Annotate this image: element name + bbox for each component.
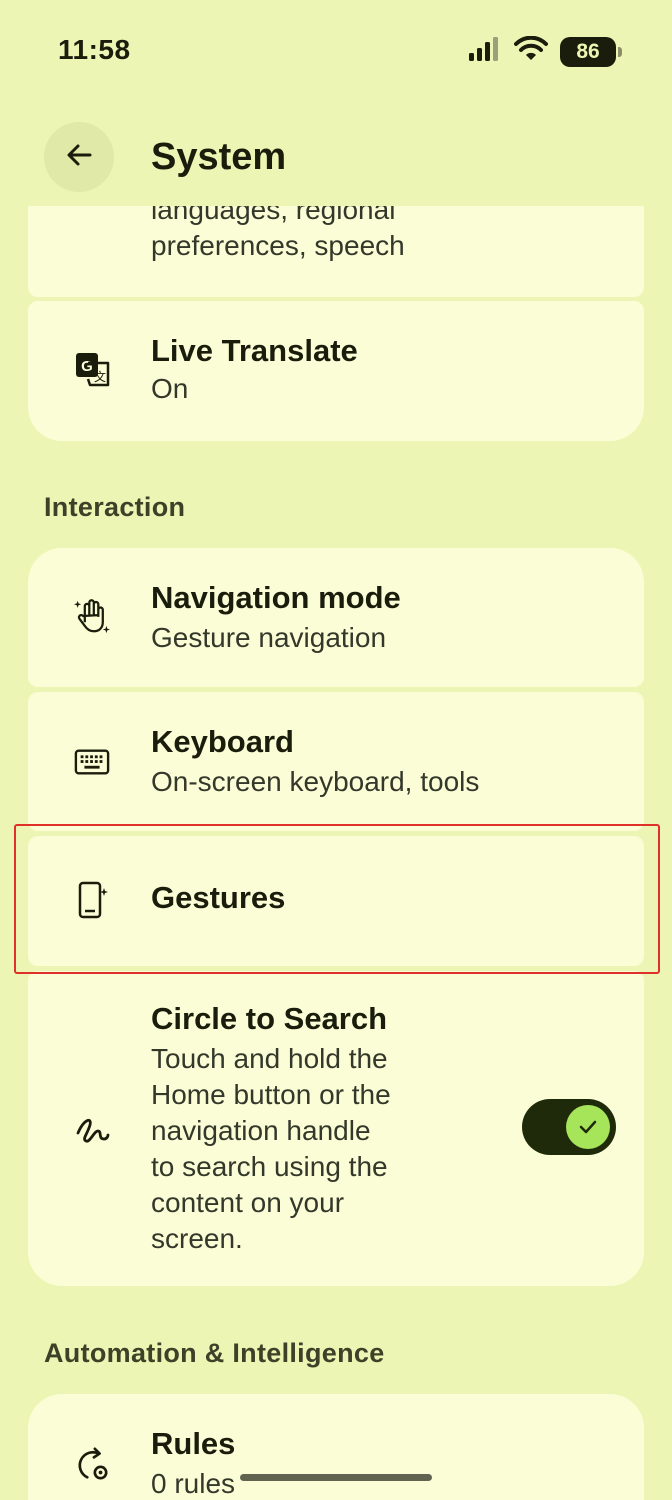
phone-sparkle-icon xyxy=(74,881,110,919)
back-button[interactable] xyxy=(44,122,114,192)
languages-subtitle-line1: languages, regional xyxy=(151,206,396,225)
circle-to-search-toggle[interactable] xyxy=(522,1099,616,1155)
languages-item[interactable]: languages, regional preferences, speech xyxy=(28,206,644,297)
status-icons: 86 xyxy=(468,35,622,67)
status-time: 11:58 xyxy=(58,34,131,65)
signal-icon xyxy=(468,36,502,67)
circle-to-search-subtitle-line5: content on your xyxy=(151,1187,345,1218)
keyboard-subtitle: On-screen keyboard, tools xyxy=(151,766,480,797)
circle-search-icon xyxy=(74,1111,110,1147)
languages-subtitle-line2: preferences, speech xyxy=(151,230,405,261)
circle-to-search-title: Circle to Search xyxy=(151,1001,388,1036)
svg-text:G: G xyxy=(81,358,93,375)
live-translate-item[interactable]: G 文 Live Translate On xyxy=(28,301,644,441)
rules-icon xyxy=(74,1446,110,1482)
rules-subtitle: 0 rules xyxy=(151,1468,236,1499)
gesture-hand-icon xyxy=(74,598,110,634)
languages-icon xyxy=(86,206,116,217)
app-bar: System xyxy=(0,106,672,206)
circle-to-search-subtitle-line4: to search using the xyxy=(151,1151,388,1182)
section-header-automation: Automation & Intelligence xyxy=(44,1338,385,1368)
live-translate-title: Live Translate xyxy=(151,333,358,368)
circle-to-search-subtitle-line2: Home button or the xyxy=(151,1079,391,1110)
circle-to-search-subtitle-line1: Touch and hold the xyxy=(151,1043,388,1074)
keyboard-icon xyxy=(74,744,110,780)
rules-title: Rules xyxy=(151,1426,236,1461)
battery-icon: 86 xyxy=(560,36,622,67)
keyboard-title: Keyboard xyxy=(151,724,294,759)
circle-to-search-subtitle-line6: screen. xyxy=(151,1223,243,1254)
translate-icon: G 文 xyxy=(74,351,110,387)
navigation-mode-subtitle: Gesture navigation xyxy=(151,622,387,653)
keyboard-item[interactable]: Keyboard On-screen keyboard, tools xyxy=(28,692,644,831)
rules-item[interactable]: Rules 0 rules xyxy=(28,1394,644,1500)
section-header-interaction: Interaction xyxy=(44,492,186,522)
circle-to-search-subtitle-line3: navigation handle xyxy=(151,1115,371,1146)
circle-to-search-item[interactable]: Circle to Search Touch and hold the Home… xyxy=(28,971,644,1286)
gestures-title: Gestures xyxy=(151,880,286,915)
check-icon xyxy=(566,1105,610,1149)
svg-text:文: 文 xyxy=(94,369,106,384)
page-title: System xyxy=(151,136,287,178)
navigation-mode-item[interactable]: Navigation mode Gesture navigation xyxy=(28,548,644,687)
arrow-back-icon xyxy=(64,140,94,175)
home-indicator[interactable] xyxy=(240,1474,432,1481)
navigation-mode-title: Navigation mode xyxy=(151,580,401,615)
live-translate-subtitle: On xyxy=(151,373,189,404)
gestures-item[interactable]: Gestures xyxy=(28,836,644,966)
settings-list[interactable]: languages, regional preferences, speech … xyxy=(0,206,672,1500)
wifi-icon xyxy=(514,35,548,67)
status-bar: 11:58 86 xyxy=(0,0,672,106)
